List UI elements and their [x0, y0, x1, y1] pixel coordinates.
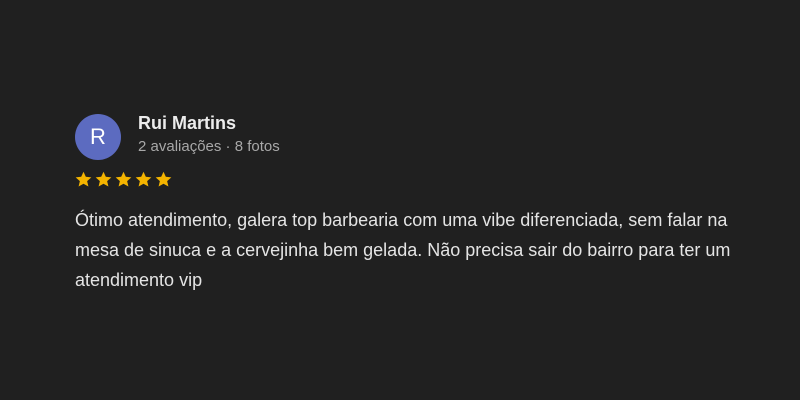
star-rating — [74, 170, 173, 189]
star-icon — [115, 171, 132, 187]
reviewer-name[interactable]: Rui Martins — [138, 113, 236, 134]
review-text: Ótimo atendimento, galera top barbearia … — [75, 210, 731, 290]
star-icon — [135, 171, 152, 187]
avatar[interactable]: R — [75, 114, 121, 160]
reviewer-meta: 2 avaliações · 8 fotos — [138, 138, 280, 155]
avatar-letter: R — [90, 124, 106, 149]
star-icon — [95, 171, 112, 187]
star-icon — [155, 171, 172, 187]
star-icon — [75, 171, 92, 187]
review-card: R Rui Martins 2 avaliações · 8 fotos Óti… — [0, 0, 800, 400]
